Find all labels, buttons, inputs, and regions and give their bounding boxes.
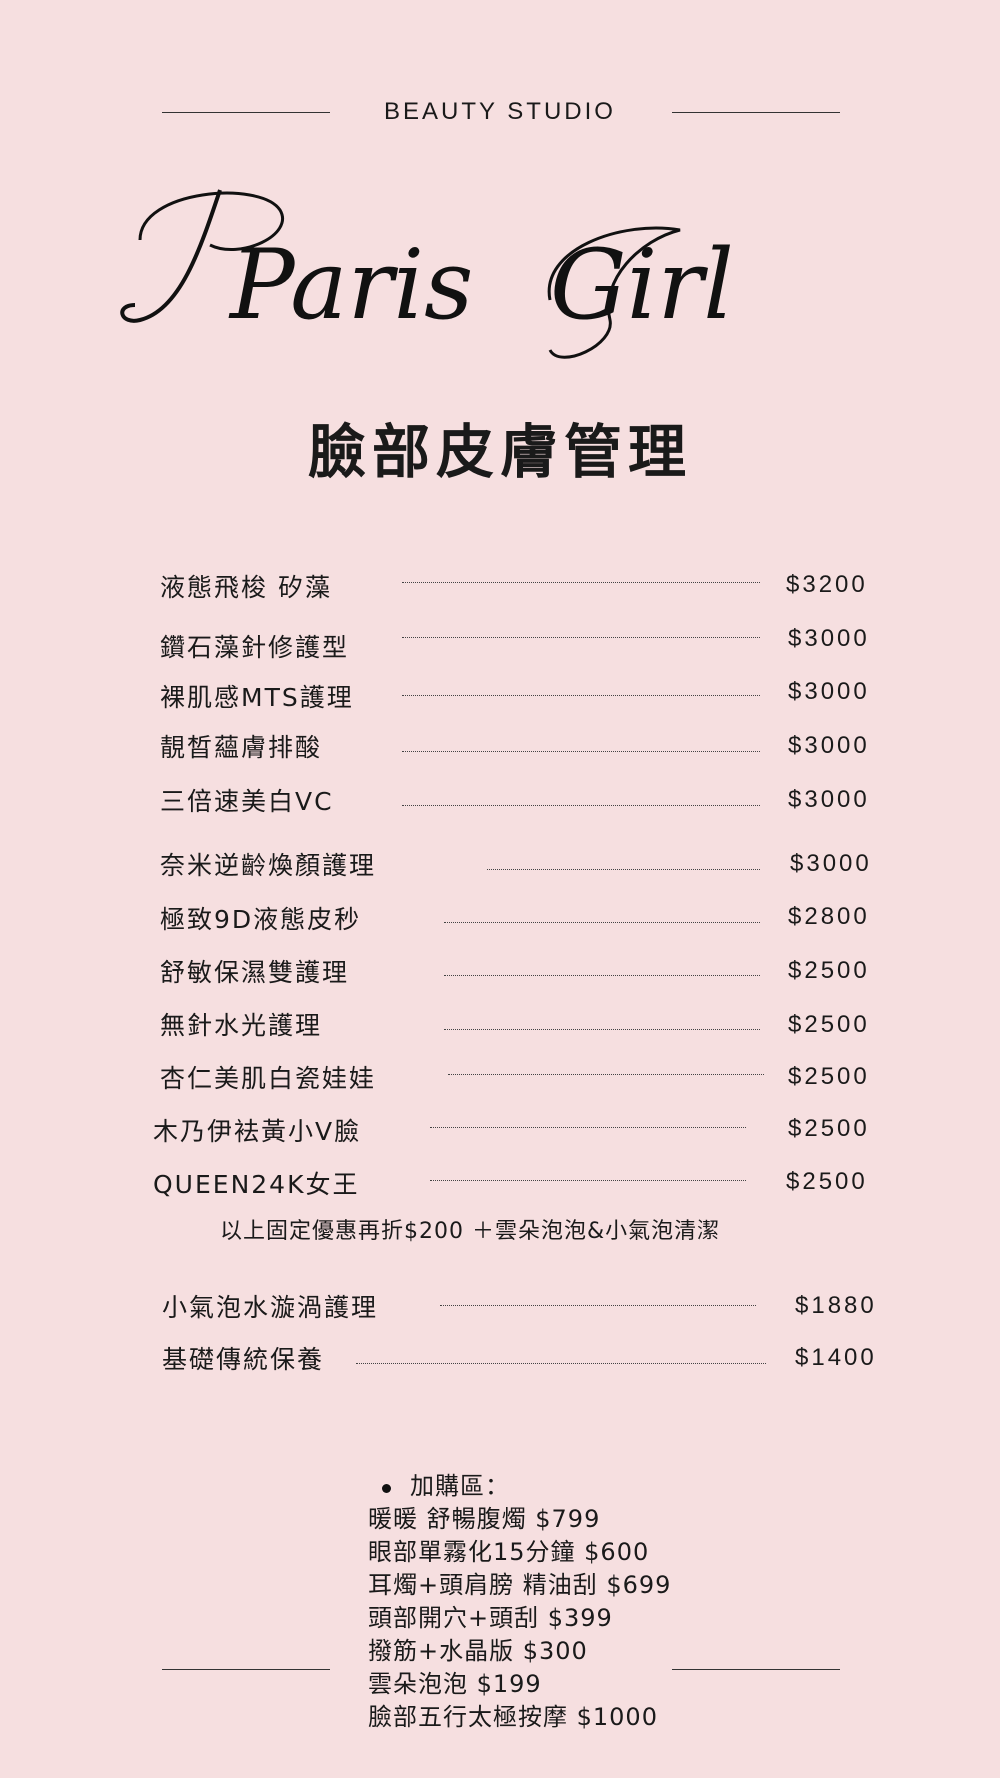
- menu-item-name: 靚晳蘊膚排酸: [160, 733, 323, 762]
- menu-item: 裸肌感MTS護理 $3000: [0, 678, 1000, 718]
- menu-item-leader: [402, 582, 760, 583]
- page-title: 臉部皮膚管理: [307, 418, 692, 486]
- menu-item-name: 極致9D液態皮秒: [160, 905, 362, 934]
- menu-item: 木乃伊袪黃小V臉 $2500: [0, 1112, 1000, 1152]
- addon-title: 加購區：: [368, 1470, 768, 1503]
- menu-item-leader: [402, 751, 760, 752]
- menu-item: QUEEN24K女王 $2500: [0, 1165, 1000, 1205]
- menu-item-name: 鑽石藻針修護型: [160, 633, 350, 662]
- addon-item: 耳燭+頭肩膀 精油刮 $699: [368, 1571, 672, 1599]
- menu-item-name: 杏仁美肌白瓷娃娃: [160, 1064, 377, 1093]
- menu-item-price: $2500: [788, 957, 870, 984]
- menu-item-name: 奈米逆齡煥顏護理: [160, 851, 377, 880]
- menu-item-leader: [430, 1127, 746, 1128]
- menu-item-name: 小氣泡水漩渦護理: [162, 1293, 379, 1322]
- promo-note: 以上固定優惠再折$200 ＋雲朵泡泡&小氣泡清潔: [220, 1219, 721, 1244]
- addon-item: 頭部開穴+頭刮 $399: [368, 1604, 613, 1632]
- addon-item: 雲朵泡泡 $199: [368, 1670, 542, 1698]
- brand-second-word: Girl: [550, 229, 734, 341]
- menu-item-name: 裸肌感MTS護理: [160, 683, 354, 712]
- menu-item: 極致9D液態皮秒 $2800: [0, 900, 1000, 940]
- menu-item-price: $2500: [788, 1063, 870, 1090]
- menu-item-name: 無針水光護理: [160, 1011, 323, 1040]
- menu-item-leader: [448, 1074, 764, 1075]
- menu-item: 靚晳蘊膚排酸 $3000: [0, 728, 1000, 768]
- brand-logo: Paris Girl: [120, 189, 734, 359]
- menu-item: 無針水光護理 $2500: [0, 1006, 1000, 1046]
- menu-item-leader: [402, 695, 760, 696]
- menu-item-name: 基礎傳統保養: [162, 1345, 325, 1374]
- menu-item-leader: [444, 1029, 760, 1030]
- menu-item-price: $3000: [788, 786, 870, 813]
- menu-item-name: QUEEN24K女王: [153, 1170, 360, 1199]
- menu-item-leader: [402, 805, 760, 806]
- menu-item-name: 舒敏保濕雙護理: [160, 958, 350, 987]
- menu-item: 奈米逆齡煥顏護理 $3000: [0, 846, 1000, 886]
- brand-first-word: Paris: [228, 229, 473, 341]
- menu-item-name: 木乃伊袪黃小V臉: [153, 1117, 362, 1146]
- menu-item: 小氣泡水漩渦護理 $1880: [0, 1288, 1000, 1328]
- addon-title-text: 加購區：: [410, 1472, 510, 1500]
- menu-item-price: $2500: [788, 1011, 870, 1038]
- menu-item-price: $2500: [788, 1115, 870, 1142]
- bullet-icon: [382, 1484, 391, 1493]
- menu-item-leader: [487, 869, 760, 870]
- menu-item-price: $3000: [790, 850, 872, 877]
- menu-item-price: $1880: [795, 1292, 877, 1319]
- menu-item-price: $3200: [786, 571, 868, 598]
- menu-item-price: $2500: [786, 1168, 868, 1195]
- addon-item: 眼部單霧化15分鐘 $600: [368, 1538, 650, 1566]
- menu-item-name: 三倍速美白VC: [160, 787, 334, 816]
- menu-item-leader: [444, 922, 760, 923]
- menu-item: 杏仁美肌白瓷娃娃 $2500: [0, 1059, 1000, 1099]
- menu-item: 基礎傳統保養 $1400: [0, 1340, 1000, 1380]
- menu-item: 鑽石藻針修護型 $3000: [0, 625, 1000, 668]
- studio-label: BEAUTY STUDIO: [384, 98, 616, 125]
- menu-item: 舒敏保濕雙護理 $2500: [0, 953, 1000, 993]
- menu-item: 液態飛梭 矽藻 $3200: [0, 568, 1000, 608]
- menu-item-price: $2800: [788, 903, 870, 930]
- menu-item-leader: [356, 1363, 766, 1364]
- menu-item-leader: [440, 1305, 756, 1306]
- addon-item: 撥筋+水晶版 $300: [368, 1637, 588, 1665]
- addon-item: 暖暖 舒暢腹燭 $799: [368, 1505, 601, 1533]
- menu-item-leader: [430, 1180, 746, 1181]
- menu-item-price: $3000: [788, 678, 870, 705]
- footer-rule-left: [162, 1669, 330, 1670]
- menu-item-leader: [444, 975, 760, 976]
- menu-item-name: 液態飛梭 矽藻: [160, 573, 332, 602]
- addon-item: 臉部五行太極按摩 $1000: [368, 1703, 658, 1731]
- menu-item-price: $3000: [788, 732, 870, 759]
- menu-item-leader: [402, 637, 760, 638]
- addon-section: 加購區： 暖暖 舒暢腹燭 $799 眼部單霧化15分鐘 $600 耳燭+頭肩膀 …: [368, 1470, 768, 1734]
- footer-rule-right: [672, 1669, 840, 1670]
- menu-item-price: $3000: [788, 625, 870, 652]
- menu-item-price: $1400: [795, 1344, 877, 1371]
- menu-item: 三倍速美白VC $3000: [0, 782, 1000, 822]
